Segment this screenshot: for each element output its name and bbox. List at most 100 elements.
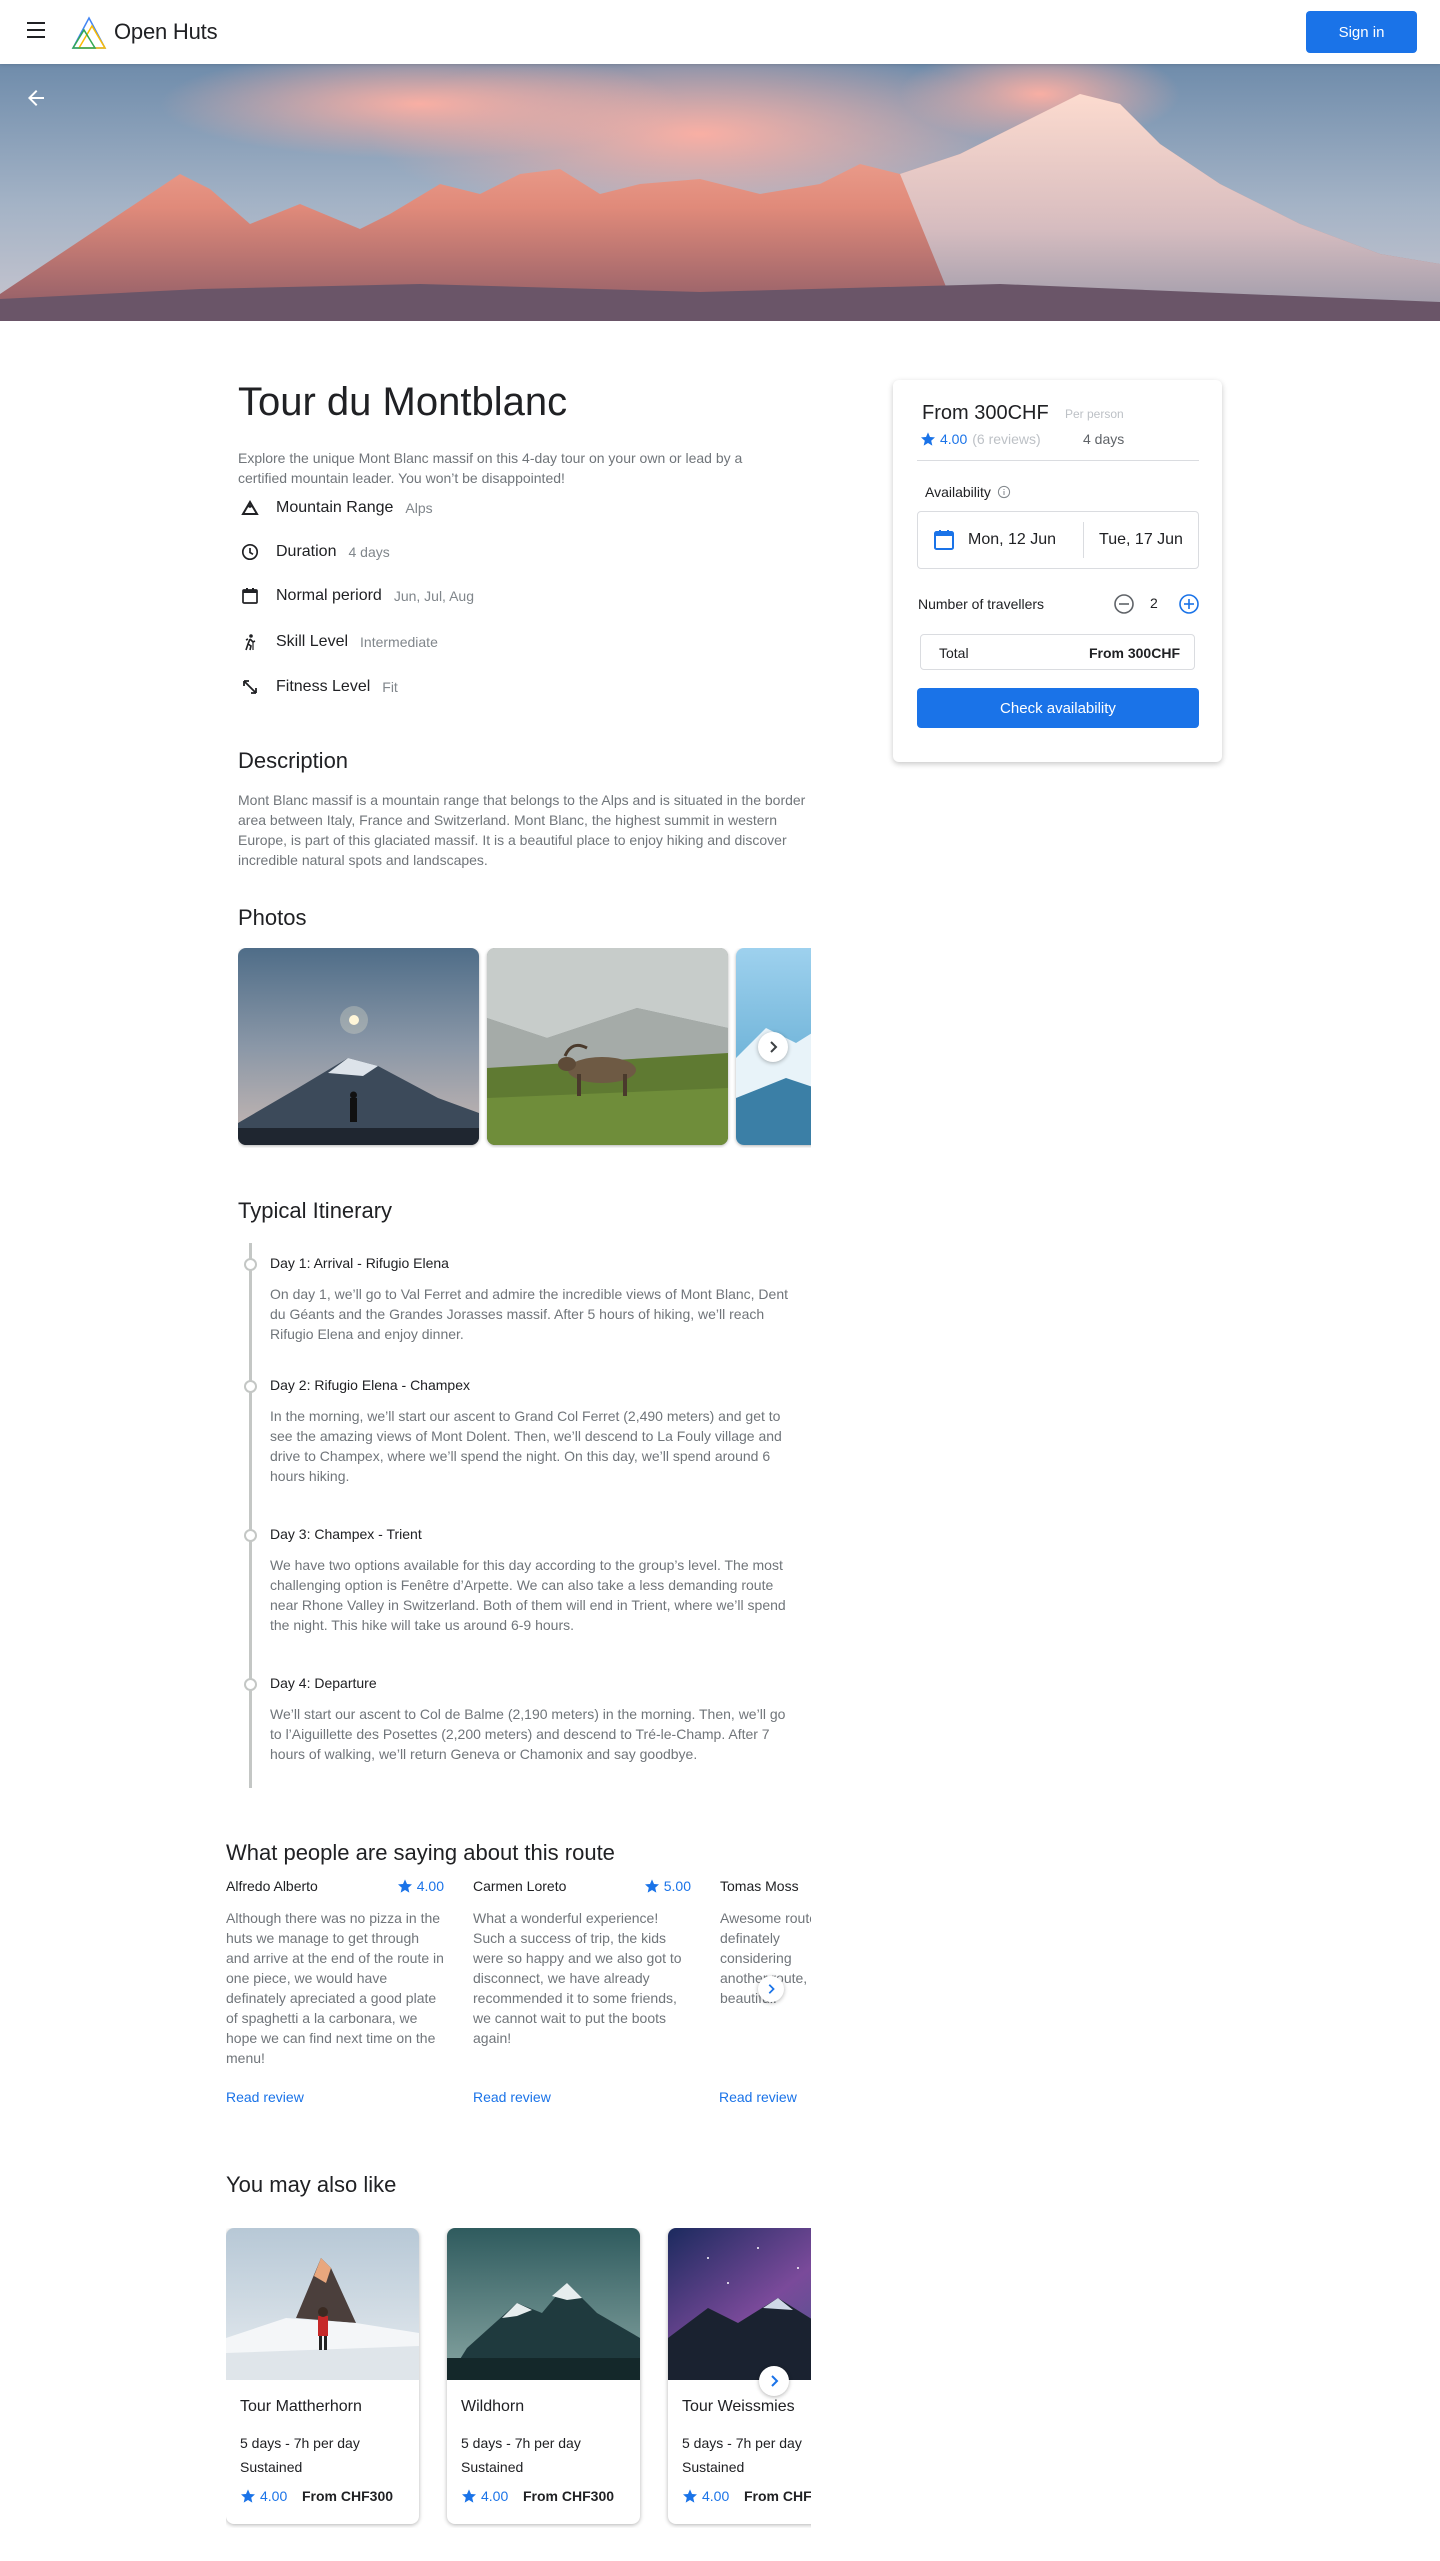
itinerary-day-1: Day 1: Arrival - Rifugio Elena On day 1,… — [270, 1255, 788, 1342]
route-card-rating: 4.00 — [240, 2488, 287, 2504]
route-card-level: Sustained — [461, 2459, 524, 2475]
route-card-level: Sustained — [682, 2459, 745, 2475]
star-icon — [397, 1879, 412, 1893]
photos-heading: Photos — [238, 905, 307, 930]
total-summary: Total From 300CHF — [920, 634, 1195, 670]
route-card-rating: 4.00 — [461, 2488, 508, 2504]
review-rating: 5.00 — [644, 1878, 691, 1894]
itinerary-heading: Typical Itinerary — [238, 1198, 393, 1223]
chevron-right-icon — [771, 2375, 779, 2387]
route-card-title: Tour Weissmies — [682, 2398, 795, 2415]
info-icon[interactable] — [997, 485, 1011, 499]
photos-next-button[interactable] — [758, 1032, 788, 1062]
read-review-link[interactable]: Read review — [473, 2089, 551, 2105]
route-card-days: 5 days - 7h per day — [240, 2435, 360, 2451]
page-title: Tour du Montblanc — [238, 380, 568, 424]
fact-skill-level: Skill Level Intermediate — [238, 630, 438, 654]
review-card: Alfredo Alberto 4.00 Although there was … — [226, 1876, 444, 2068]
mountain-logo-icon[interactable] — [70, 14, 108, 50]
mountain-icon — [238, 496, 262, 520]
fact-duration: Duration 4 days — [238, 540, 390, 564]
chevron-right-icon — [770, 1041, 778, 1053]
review-card: Carmen Loreto 5.00 What a wonderful expe… — [473, 1876, 691, 2048]
reviewer-name: Alfredo Alberto — [226, 1878, 318, 1894]
check-availability-button[interactable]: Check availability — [917, 688, 1199, 728]
review-text: Although there was no pizza in the huts … — [226, 1910, 444, 2066]
start-date-field[interactable]: Mon, 12 Jun — [918, 512, 1083, 568]
star-icon — [921, 432, 935, 446]
end-date-field[interactable]: Tue, 17 Jun — [1084, 512, 1198, 568]
itinerary-day-2: Day 2: Rifugio Elena - Champex In the mo… — [270, 1377, 782, 1484]
read-review-link[interactable]: Read review — [226, 2089, 304, 2105]
also-like-heading: You may also like — [226, 2172, 397, 2197]
booking-days: 4 days — [1083, 431, 1125, 447]
sign-in-button[interactable]: Sign in — [1306, 11, 1417, 53]
star-icon — [462, 2489, 476, 2503]
route-card-days: 5 days - 7h per day — [682, 2435, 802, 2451]
tour-intro: Explore the unique Mont Blanc massif on … — [238, 450, 743, 486]
itinerary-timeline — [249, 1243, 252, 1788]
fact-mountain-range: Mountain Range Alps — [238, 496, 433, 520]
travellers-count: 2 — [1150, 595, 1158, 611]
description-text: Mont Blanc massif is a mountain range th… — [238, 792, 806, 868]
route-card-price: From CHF300 — [744, 2488, 811, 2504]
reviews-heading: What people are saying about this route — [226, 1840, 615, 1865]
clock-icon — [238, 540, 262, 564]
star-icon — [683, 2489, 697, 2503]
divider — [917, 460, 1199, 461]
timeline-dot — [244, 1258, 257, 1271]
itinerary-day-3: Day 3: Champex - Trient We have two opti… — [270, 1526, 786, 1633]
route-card-title: Wildhorn — [461, 2398, 525, 2415]
fact-normal-period: Normal periord Jun, Jul, Aug — [238, 584, 474, 608]
route-card-price: From CHF300 — [302, 2488, 394, 2504]
arrow-left-icon[interactable] — [24, 86, 48, 110]
fact-fitness-level: Fitness Level Fit — [238, 675, 398, 699]
booking-rating: 4.00 (6 reviews) — [920, 431, 1041, 447]
chevron-right-icon — [768, 1984, 775, 1994]
review-rating: 4.00 — [397, 1878, 444, 1894]
booking-card: From 300CHF Per person 4.00 (6 reviews) … — [893, 380, 1222, 762]
calendar-icon — [238, 584, 262, 608]
read-review-link[interactable]: Read review — [719, 2089, 797, 2105]
route-card[interactable]: Tour Mattherhorn 5 days - 7h per day Sus… — [226, 2228, 419, 2524]
itinerary-day-4: Day 4: Departure We’ll start our ascent … — [270, 1675, 786, 1762]
expand-arrows-icon — [238, 675, 262, 699]
date-range-picker[interactable]: Mon, 12 Jun Tue, 17 Jun — [917, 511, 1199, 569]
top-app-bar: Open Huts Sign in — [0, 0, 1440, 64]
route-card[interactable]: Tour Weissmies 5 days - 7h per day Susta… — [668, 2228, 811, 2524]
photo-hiker-moon[interactable] — [238, 948, 479, 1145]
route-card-title: Tour Mattherhorn — [240, 2398, 362, 2415]
brand-name[interactable]: Open Huts — [114, 19, 218, 45]
reviewer-name: Carmen Loreto — [473, 1878, 567, 1894]
photos-carousel[interactable] — [238, 948, 811, 1148]
star-icon — [644, 1879, 659, 1893]
route-card-level: Sustained — [240, 2459, 303, 2475]
route-card-image — [447, 2228, 640, 2380]
availability-label: Availability — [925, 484, 1011, 500]
photo-ibex[interactable] — [487, 948, 728, 1145]
route-card-days: 5 days - 7h per day — [461, 2435, 581, 2451]
reviews-count: (6 reviews) — [972, 431, 1041, 447]
menu-icon[interactable] — [27, 22, 47, 42]
route-card-price: From CHF300 — [523, 2488, 615, 2504]
travellers-label: Number of travellers — [918, 596, 1045, 612]
hero-image — [0, 64, 1440, 321]
also-like-carousel[interactable]: Tour Mattherhorn 5 days - 7h per day Sus… — [226, 2228, 811, 2528]
route-card[interactable]: Wildhorn 5 days - 7h per day Sustained 4… — [447, 2228, 640, 2524]
reviewer-name: Tomas Moss — [720, 1878, 799, 1894]
review-text: What a wonderful experience! Such a succ… — [473, 1910, 682, 2046]
timeline-dot — [244, 1380, 257, 1393]
increment-travellers-button[interactable] — [1178, 593, 1200, 615]
timeline-dot — [244, 1678, 257, 1691]
booking-price: From 300CHF — [922, 402, 1049, 424]
route-card-image — [226, 2228, 419, 2380]
hiker-icon — [238, 630, 262, 654]
reviews-next-button[interactable] — [758, 1976, 784, 2002]
route-card-rating: 4.00 — [682, 2488, 729, 2504]
star-icon — [241, 2489, 255, 2503]
route-card-image — [668, 2228, 811, 2380]
decrement-travellers-button[interactable] — [1113, 593, 1135, 615]
timeline-dot — [244, 1529, 257, 1542]
also-like-next-button[interactable] — [759, 2366, 789, 2396]
per-person-label: Per person — [1065, 407, 1124, 421]
